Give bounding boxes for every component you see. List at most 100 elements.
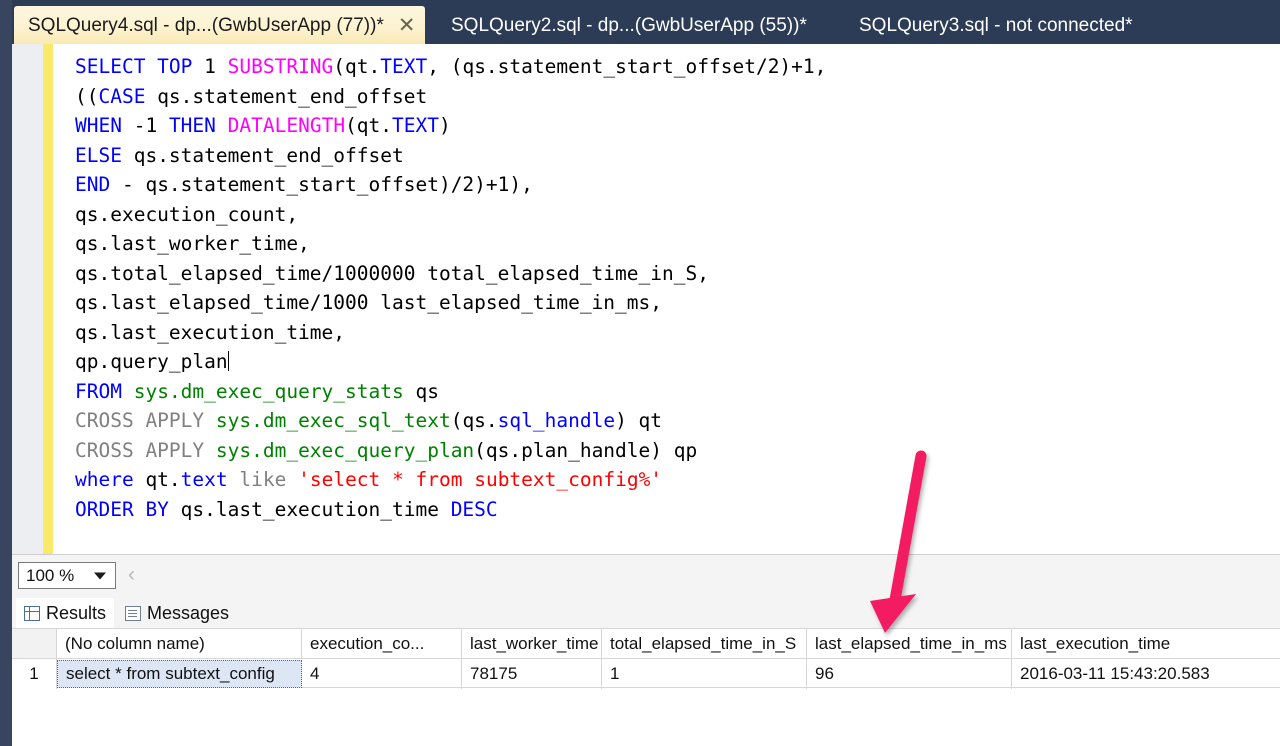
code-line: FROM sys.dm_exec_query_stats qs xyxy=(75,377,1280,407)
code-line: ELSE qs.statement_end_offset xyxy=(75,141,1280,171)
text-cursor xyxy=(227,351,229,371)
code-token: (qt. xyxy=(333,55,381,78)
code-token: qs.last_execution_time, xyxy=(75,320,346,344)
left-window-rail xyxy=(0,0,12,746)
code-line: qs.last_elapsed_time/1000 last_elapsed_t… xyxy=(75,288,1280,318)
code-token: sql_handle xyxy=(497,409,616,432)
code-token: (qs.plan_handle) qp xyxy=(474,438,698,462)
results-grid-header-row: (No column name) execution_co... last_wo… xyxy=(12,629,1280,659)
sql-code-text[interactable]: SELECT TOP 1 SUBSTRING(qt.TEXT, (qs.stat… xyxy=(53,44,1280,554)
results-grid[interactable]: (No column name) execution_co... last_wo… xyxy=(12,628,1280,689)
code-token: qt. xyxy=(133,468,181,491)
editor-selection-margin[interactable] xyxy=(12,44,43,554)
code-token: END xyxy=(75,173,111,196)
zoom-level-value: 100 % xyxy=(26,565,75,585)
code-token: SUBSTRING xyxy=(227,55,334,78)
grid-header-execution-count[interactable]: execution_co... xyxy=(302,629,462,659)
code-token: FROM xyxy=(75,379,122,403)
editor-tab-label: SQLQuery4.sql - dp...(GwbUserApp (77))* xyxy=(28,14,384,36)
code-token: DESC xyxy=(450,497,498,521)
code-token: DATALENGTH xyxy=(227,114,346,137)
code-token: TEXT xyxy=(392,114,439,137)
code-token: 'select * from subtext_config%' xyxy=(298,468,663,491)
code-token: qs.execution_count, xyxy=(75,202,299,226)
code-line: qp.query_plan xyxy=(75,347,1280,377)
editor-tab-sqlquery2[interactable]: SQLQuery2.sql - dp...(GwbUserApp (55))* xyxy=(437,6,821,44)
grid-row-number[interactable]: 1 xyxy=(12,659,57,689)
grid-cell-last-elapsed-time-in-ms[interactable]: 96 xyxy=(807,659,1012,689)
grid-header-last-elapsed-time-in-ms[interactable]: last_elapsed_time_in_ms xyxy=(807,629,1012,659)
code-line: WHEN -1 THEN DATALENGTH(qt.TEXT) xyxy=(75,111,1280,141)
code-token: qs.total_elapsed_time/1000000 total_elap… xyxy=(75,261,709,285)
chevron-down-icon xyxy=(94,572,106,579)
grid-header-last-worker-time[interactable]: last_worker_time xyxy=(462,629,602,659)
close-icon[interactable]: ✕ xyxy=(398,15,416,36)
code-line: END - qs.statement_start_offset)/2)+1), xyxy=(75,170,1280,200)
code-token: (( xyxy=(75,84,99,108)
code-token: -1 xyxy=(121,114,169,137)
messages-icon xyxy=(125,605,141,621)
table-row[interactable]: 1 select * from subtext_config 4 78175 1… xyxy=(12,659,1280,689)
code-token: qs.statement_end_offset xyxy=(145,84,428,108)
zoom-level-select[interactable]: 100 % xyxy=(18,562,116,589)
sql-editor-pane[interactable]: SELECT TOP 1 SUBSTRING(qt.TEXT, (qs.stat… xyxy=(12,44,1280,554)
code-token: CROSS APPLY xyxy=(75,409,205,432)
code-token: (qt. xyxy=(345,114,393,137)
code-line: ORDER BY qs.last_execution_time DESC xyxy=(75,495,1280,525)
editor-tab-sqlquery3[interactable]: SQLQuery3.sql - not connected* xyxy=(845,6,1147,44)
code-line: qs.last_worker_time, xyxy=(75,229,1280,259)
editor-tab-label: SQLQuery2.sql - dp...(GwbUserApp (55))* xyxy=(451,14,807,36)
code-token: qs.last_worker_time, xyxy=(75,232,310,255)
code-line: qs.total_elapsed_time/1000000 total_elap… xyxy=(75,259,1280,289)
results-pane-tab-strip: Results Messages xyxy=(12,598,1280,628)
code-token: sys.dm_exec_query_stats xyxy=(133,379,404,403)
tab-messages[interactable]: Messages xyxy=(117,598,237,628)
code-token: qs.last_execution_time xyxy=(168,497,451,521)
code-token: - qs.statement_start_offset)/2)+1), xyxy=(110,173,533,196)
code-token: CASE xyxy=(98,84,146,108)
code-token: THEN xyxy=(168,114,216,137)
code-token: sys.dm_exec_query_plan xyxy=(215,438,475,462)
code-token: qp.query_plan xyxy=(75,350,228,373)
code-line: qs.execution_count, xyxy=(75,200,1280,230)
grid-cell-total-elapsed-time-in-s[interactable]: 1 xyxy=(602,659,807,689)
grid-header-total-elapsed-time-in-s[interactable]: total_elapsed_time_in_S xyxy=(602,629,807,659)
grid-header-no-column-name[interactable]: (No column name) xyxy=(57,629,302,659)
code-token: ) qt xyxy=(615,409,663,432)
tab-results[interactable]: Results xyxy=(16,598,115,628)
code-line: qs.last_execution_time, xyxy=(75,318,1280,348)
code-line: CROSS APPLY sys.dm_exec_sql_text(qs.sql_… xyxy=(75,406,1280,436)
code-token: SELECT TOP xyxy=(75,55,205,78)
editor-tab-label: SQLQuery3.sql - not connected* xyxy=(859,14,1133,36)
code-token: ORDER BY xyxy=(75,497,169,521)
code-line: CROSS APPLY sys.dm_exec_query_plan(qs.pl… xyxy=(75,436,1280,466)
code-token: , (qs.statement_start_offset/2)+1, xyxy=(427,55,827,78)
code-token: sys.dm_exec_sql_text xyxy=(215,409,451,432)
code-token: where xyxy=(75,468,134,491)
grid-header-last-execution-time[interactable]: last_execution_time xyxy=(1012,629,1280,659)
code-token: like xyxy=(239,468,287,491)
code-token: text xyxy=(180,468,228,491)
grid-corner-header[interactable] xyxy=(12,629,57,659)
grid-icon xyxy=(24,605,40,621)
grid-cell-execution-count[interactable]: 4 xyxy=(302,659,462,689)
code-token: qs xyxy=(403,379,439,403)
code-token: 1 xyxy=(204,55,228,78)
code-token: ELSE xyxy=(75,143,122,167)
code-token: CROSS APPLY xyxy=(75,438,205,462)
editor-zoom-bar: 100 % ‹ xyxy=(12,554,1280,598)
editor-tab-sqlquery4[interactable]: SQLQuery4.sql - dp...(GwbUserApp (77))* … xyxy=(14,6,426,44)
tab-messages-label: Messages xyxy=(147,602,230,623)
code-token: (qs. xyxy=(450,409,498,432)
tab-results-label: Results xyxy=(46,602,107,623)
splitter-chevron-icon[interactable]: ‹ xyxy=(128,564,135,585)
grid-cell-last-worker-time[interactable]: 78175 xyxy=(462,659,602,689)
grid-cell-query-text[interactable]: select * from subtext_config xyxy=(57,660,302,688)
code-token: WHEN xyxy=(75,114,122,137)
grid-cell-last-execution-time[interactable]: 2016-03-11 15:43:20.583 xyxy=(1012,659,1280,689)
